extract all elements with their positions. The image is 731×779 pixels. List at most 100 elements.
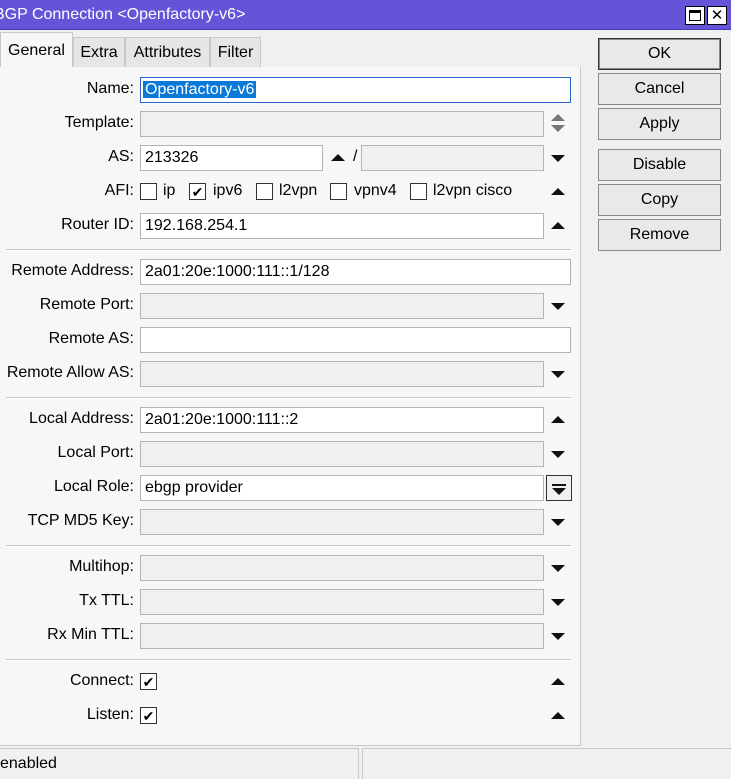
disable-button[interactable]: Disable <box>598 149 721 181</box>
local-role-dropdown-button[interactable] <box>546 475 572 501</box>
spin-down-icon <box>551 125 565 132</box>
rx-min-ttl-label: Rx Min TTL: <box>47 626 134 643</box>
local-role-select[interactable]: ebgp provider <box>140 475 544 501</box>
listen-checkbox[interactable]: ✔ <box>140 707 157 724</box>
general-panel: Name: Openfactory-v6 Template: AS: 21332… <box>0 67 581 746</box>
tcp-md5-key-label: TCP MD5 Key: <box>27 512 134 529</box>
bar-icon <box>552 484 566 486</box>
as-input[interactable]: 213326 <box>140 145 323 171</box>
as-expand-button[interactable] <box>325 145 351 171</box>
arrow-up-icon <box>551 712 565 719</box>
chevron-down-icon <box>551 371 565 378</box>
check-icon: ✔ <box>191 183 204 200</box>
router-id-collapse-button[interactable] <box>546 213 572 239</box>
separator <box>6 249 571 251</box>
chevron-down-icon <box>551 633 565 640</box>
remote-allow-as-dropdown-button[interactable] <box>546 361 572 387</box>
remote-port-dropdown-button[interactable] <box>546 293 572 319</box>
connect-row: Connect: ✔ <box>0 669 581 695</box>
afi-ip-checkbox[interactable] <box>140 183 157 200</box>
tab-filter[interactable]: Filter <box>210 37 261 67</box>
router-id-row: Router ID: 192.168.254.1 <box>0 213 581 239</box>
afi-vpnv4-checkbox[interactable] <box>330 183 347 200</box>
afi-l2vpn-checkbox[interactable] <box>256 183 273 200</box>
name-input[interactable]: Openfactory-v6 <box>140 77 571 103</box>
chevron-down-icon <box>552 488 566 495</box>
as-secondary-input[interactable] <box>361 145 544 171</box>
as-label: AS: <box>108 148 134 165</box>
tx-ttl-dropdown-button[interactable] <box>546 589 572 615</box>
rx-min-ttl-input[interactable] <box>140 623 544 649</box>
connect-label: Connect: <box>69 672 134 689</box>
multihop-label: Multihop: <box>69 558 134 575</box>
multihop-dropdown-button[interactable] <box>546 555 572 581</box>
arrow-up-icon <box>551 188 565 195</box>
local-port-input[interactable] <box>140 441 544 467</box>
tab-attributes[interactable]: Attributes <box>125 37 210 67</box>
arrow-up-icon <box>551 222 565 229</box>
copy-button[interactable]: Copy <box>598 184 721 216</box>
tx-ttl-row: Tx TTL: <box>0 589 581 615</box>
remote-allow-as-row: Remote Allow AS: <box>0 361 581 387</box>
remote-address-row: Remote Address: 2a01:20e:1000:111::1/128 <box>0 259 581 285</box>
arrow-up-icon <box>551 678 565 685</box>
close-icon: ✕ <box>710 7 724 24</box>
arrow-up-icon <box>331 154 345 161</box>
local-role-row: Local Role: ebgp provider <box>0 475 581 501</box>
afi-collapse-button[interactable] <box>546 179 572 205</box>
afi-l2vpn-cisco-label: l2vpn cisco <box>433 182 513 199</box>
remove-button[interactable]: Remove <box>598 219 721 251</box>
template-row: Template: <box>0 111 581 137</box>
tab-general[interactable]: General <box>0 32 73 68</box>
remote-port-row: Remote Port: <box>0 293 581 319</box>
afi-ipv6-label: ipv6 <box>213 182 243 199</box>
template-select[interactable] <box>140 111 544 137</box>
remote-as-label: Remote AS: <box>48 330 134 347</box>
local-port-dropdown-button[interactable] <box>546 441 572 467</box>
as-dropdown-button[interactable] <box>546 145 572 171</box>
check-icon: ✔ <box>142 673 155 690</box>
remote-allow-as-label: Remote Allow AS: <box>6 364 134 381</box>
chevron-down-icon <box>551 599 565 606</box>
arrow-up-icon <box>551 416 565 423</box>
as-separator: / <box>353 148 358 165</box>
local-address-input[interactable]: 2a01:20e:1000:111::2 <box>140 407 544 433</box>
rx-min-ttl-dropdown-button[interactable] <box>546 623 572 649</box>
remote-as-input[interactable] <box>140 327 571 353</box>
afi-ip-label: ip <box>163 182 176 199</box>
listen-collapse-button[interactable] <box>546 703 572 729</box>
tab-extra[interactable]: Extra <box>73 37 125 67</box>
cancel-button[interactable]: Cancel <box>598 73 721 105</box>
status-bar: enabled <box>0 748 731 779</box>
tx-ttl-input[interactable] <box>140 589 544 615</box>
chevron-down-icon <box>551 303 565 310</box>
tcp-md5-key-dropdown-button[interactable] <box>546 509 572 535</box>
connect-collapse-button[interactable] <box>546 669 572 695</box>
remote-port-input[interactable] <box>140 293 544 319</box>
afi-vpnv4-label: vpnv4 <box>354 182 397 199</box>
remote-allow-as-input[interactable] <box>140 361 544 387</box>
check-icon: ✔ <box>142 707 155 724</box>
listen-label: Listen: <box>86 706 134 723</box>
title-bar[interactable]: BGP Connection <Openfactory-v6> ✕ <box>0 0 731 30</box>
apply-button[interactable]: Apply <box>598 108 721 140</box>
afi-l2vpn-cisco-checkbox[interactable] <box>410 183 427 200</box>
listen-row: Listen: ✔ <box>0 703 581 729</box>
ok-button[interactable]: OK <box>598 38 721 70</box>
multihop-select[interactable] <box>140 555 544 581</box>
local-address-collapse-button[interactable] <box>546 407 572 433</box>
connect-checkbox[interactable]: ✔ <box>140 673 157 690</box>
remote-address-input[interactable]: 2a01:20e:1000:111::1/128 <box>140 259 571 285</box>
router-id-label: Router ID: <box>61 216 134 233</box>
name-value: Openfactory-v6 <box>143 81 257 98</box>
afi-label: AFI: <box>104 182 134 199</box>
close-button[interactable]: ✕ <box>707 6 727 25</box>
separator <box>6 659 571 661</box>
template-spin-button[interactable] <box>546 111 572 137</box>
as-row: AS: 213326 / <box>0 145 581 171</box>
router-id-input[interactable]: 192.168.254.1 <box>140 213 544 239</box>
multihop-row: Multihop: <box>0 555 581 581</box>
afi-ipv6-checkbox[interactable]: ✔ <box>189 183 206 200</box>
tcp-md5-key-input[interactable] <box>140 509 544 535</box>
maximize-button[interactable] <box>685 6 705 25</box>
